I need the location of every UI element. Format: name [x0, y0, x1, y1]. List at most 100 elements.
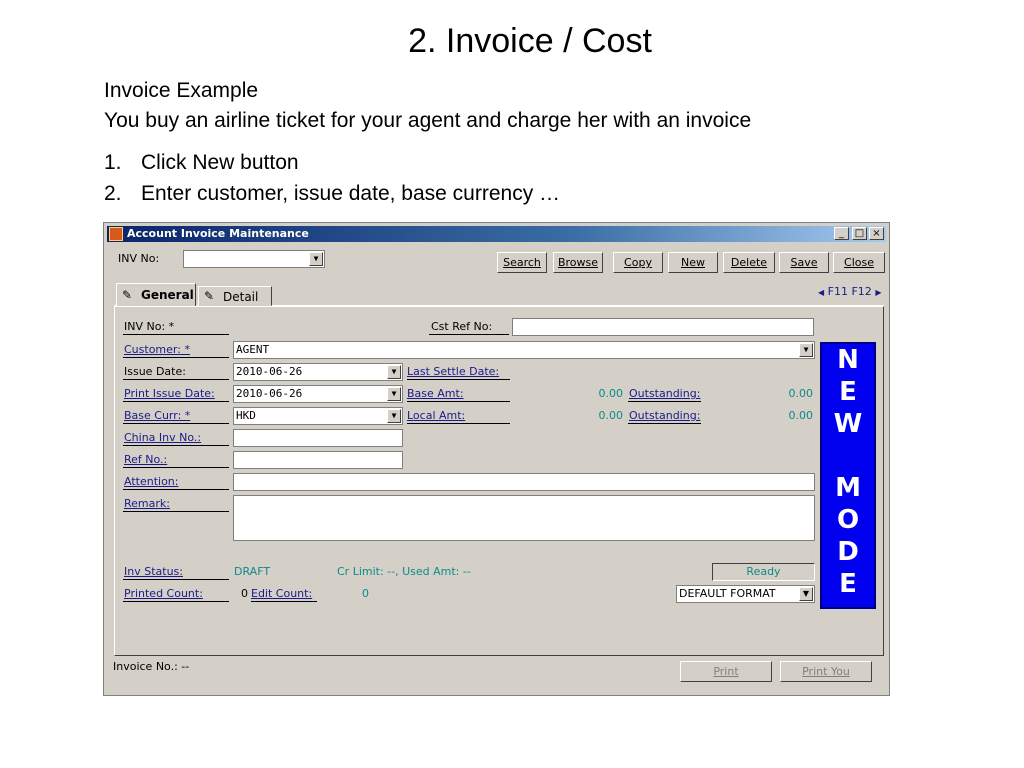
- cst-ref-field[interactable]: [512, 318, 814, 336]
- issue-date-select[interactable]: 2010-06-26 ▼: [233, 363, 403, 381]
- close-window-button[interactable]: ×: [869, 227, 884, 240]
- new-mode-letter: N: [837, 345, 859, 375]
- inv-status-value: DRAFT: [234, 565, 271, 578]
- printed-count-label[interactable]: Printed Count:: [124, 587, 203, 600]
- edit-count-value: 0: [362, 587, 369, 600]
- new-button[interactable]: New: [668, 252, 718, 273]
- edit-icon: ✎: [204, 289, 215, 303]
- print-you-button[interactable]: Print You: [780, 661, 872, 682]
- tab-detail[interactable]: ✎ Detail: [198, 286, 272, 306]
- customer-underline: [123, 357, 229, 358]
- tab-general[interactable]: ✎ General: [116, 283, 196, 307]
- tab-detail-label: Detail: [223, 290, 259, 304]
- slide-title: 2. Invoice / Cost: [408, 22, 652, 60]
- chevron-down-icon[interactable]: ▼: [387, 365, 401, 379]
- cst-ref-underline: [429, 334, 509, 335]
- step-2-text: Enter customer, issue date, base currenc…: [141, 182, 561, 205]
- base-amt-value: 0.00: [598, 387, 624, 400]
- remark-label[interactable]: Remark:: [124, 497, 170, 510]
- new-mode-letter: E: [839, 569, 857, 599]
- local-amt-underline: [407, 423, 510, 424]
- attention-field[interactable]: [233, 473, 815, 491]
- china-inv-underline: [123, 445, 229, 446]
- step-2: 2. Enter customer, issue date, base curre…: [104, 182, 560, 206]
- outstanding-2-value: 0.00: [788, 409, 814, 422]
- step-1: 1. Click New button: [104, 151, 299, 175]
- ready-status: Ready: [712, 563, 815, 581]
- base-curr-underline: [123, 423, 229, 424]
- step-1-text: Click New button: [141, 151, 299, 174]
- app-icon: [109, 227, 123, 241]
- chevron-down-icon[interactable]: ▼: [387, 409, 401, 423]
- inv-status-underline: [123, 579, 229, 580]
- format-select[interactable]: DEFAULT FORMAT ▼: [676, 585, 815, 603]
- slide-subtitle-2: You buy an airline ticket for your agent…: [104, 109, 752, 132]
- customer-value: AGENT: [236, 343, 270, 356]
- tab-nav-label: F11 F12: [827, 285, 872, 298]
- printed-count-underline: [123, 601, 229, 602]
- chevron-down-icon[interactable]: ▼: [799, 587, 813, 601]
- edit-count-label[interactable]: Edit Count:: [251, 587, 312, 600]
- remark-textarea[interactable]: [233, 495, 815, 541]
- edit-count-underline: [251, 601, 317, 602]
- new-mode-letter: O: [836, 505, 860, 535]
- issue-date-value: 2010-06-26: [236, 365, 303, 378]
- chevron-down-icon[interactable]: ▼: [387, 387, 401, 401]
- copy-button[interactable]: Copy: [613, 252, 663, 273]
- search-button[interactable]: Search: [497, 252, 547, 273]
- remark-underline: [123, 511, 229, 512]
- customer-select[interactable]: AGENT ▼: [233, 341, 815, 359]
- minimize-button[interactable]: _: [834, 227, 849, 240]
- step-1-number: 1.: [104, 151, 122, 174]
- ref-no-label[interactable]: Ref No.:: [124, 453, 167, 466]
- invoice-window: Account Invoice Maintenance _ □ × INV No…: [103, 222, 890, 696]
- browse-button[interactable]: Browse: [553, 252, 603, 273]
- attention-underline: [123, 489, 229, 490]
- issue-date-label: Issue Date:: [124, 365, 186, 378]
- inv-status-label[interactable]: Inv Status:: [124, 565, 183, 578]
- new-mode-letter: W: [833, 409, 863, 439]
- outstanding-2-label[interactable]: Outstanding:: [629, 409, 700, 422]
- edit-icon: ✎: [122, 288, 133, 302]
- outstanding-1-label[interactable]: Outstanding:: [629, 387, 700, 400]
- save-button[interactable]: Save: [779, 252, 829, 273]
- last-settle-label[interactable]: Last Settle Date:: [407, 365, 499, 378]
- base-curr-select[interactable]: HKD ▼: [233, 407, 403, 425]
- new-mode-letter: [822, 440, 874, 472]
- chevron-right-icon[interactable]: ▶: [875, 288, 881, 297]
- ref-no-field[interactable]: [233, 451, 403, 469]
- chevron-down-icon[interactable]: ▼: [799, 343, 813, 357]
- new-mode-banner: N E W M O D E: [820, 342, 876, 609]
- chevron-left-icon[interactable]: ◀: [818, 288, 824, 297]
- slide-subtitle-1: Invoice Example: [104, 79, 259, 102]
- close-button[interactable]: Close: [833, 252, 885, 273]
- inv-no-top-label: INV No:: [118, 252, 160, 265]
- last-settle-underline: [407, 379, 510, 380]
- print-issue-label[interactable]: Print Issue Date:: [124, 387, 215, 400]
- window-titlebar[interactable]: Account Invoice Maintenance _ □ ×: [107, 226, 886, 242]
- issue-date-underline: [123, 379, 229, 380]
- china-inv-label[interactable]: China Inv No.:: [124, 431, 201, 444]
- inv-no-label: INV No: *: [124, 320, 175, 333]
- chevron-down-icon[interactable]: ▼: [309, 252, 323, 266]
- inv-no-underline: [123, 334, 229, 335]
- customer-label[interactable]: Customer: *: [124, 343, 190, 356]
- outstanding-1-value: 0.00: [788, 387, 814, 400]
- china-inv-field[interactable]: [233, 429, 403, 447]
- print-issue-select[interactable]: 2010-06-26 ▼: [233, 385, 403, 403]
- attention-label[interactable]: Attention:: [124, 475, 178, 488]
- local-amt-value: 0.00: [598, 409, 624, 422]
- new-mode-letter: E: [839, 377, 857, 407]
- print-issue-underline: [123, 401, 229, 402]
- print-button[interactable]: Print: [680, 661, 772, 682]
- tab-general-label: General: [141, 288, 194, 302]
- tab-nav[interactable]: ◀ F11 F12 ▶: [818, 285, 881, 298]
- maximize-button[interactable]: □: [852, 227, 867, 240]
- base-curr-label[interactable]: Base Curr: *: [124, 409, 190, 422]
- delete-button[interactable]: Delete: [723, 252, 775, 273]
- printed-count-value: 0: [241, 587, 248, 600]
- base-amt-label[interactable]: Base Amt:: [407, 387, 464, 400]
- invoice-no-footer: Invoice No.: --: [113, 660, 190, 673]
- inv-no-top-select[interactable]: ▼: [183, 250, 325, 268]
- local-amt-label[interactable]: Local Amt:: [407, 409, 465, 422]
